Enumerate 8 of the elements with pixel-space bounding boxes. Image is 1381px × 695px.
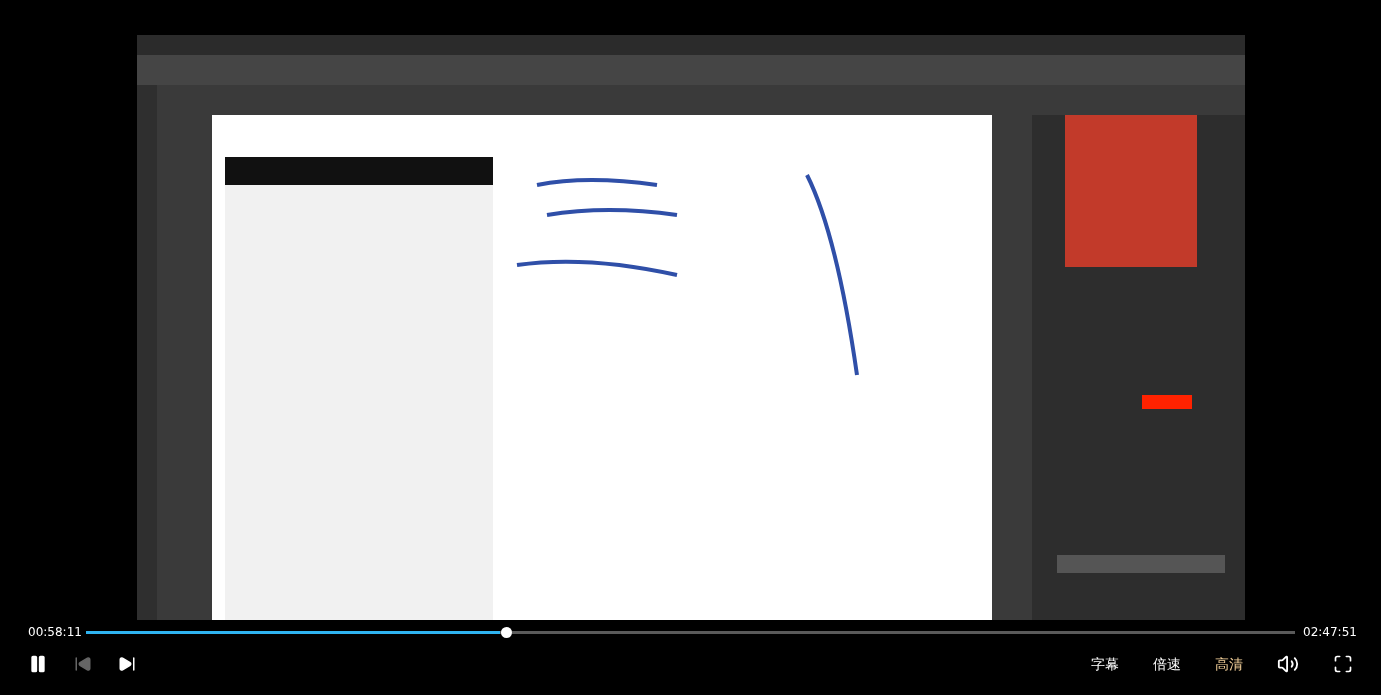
pause-button[interactable] [28, 654, 48, 674]
fullscreen-button[interactable] [1333, 654, 1353, 674]
player-option[interactable]: 字幕 [1091, 653, 1119, 675]
player-option[interactable]: 倍速 [1153, 653, 1181, 675]
next-button[interactable] [118, 655, 136, 673]
volume-button[interactable] [1277, 653, 1299, 675]
player-option[interactable]: 高清 [1215, 653, 1243, 675]
progress-handle[interactable] [500, 626, 512, 638]
